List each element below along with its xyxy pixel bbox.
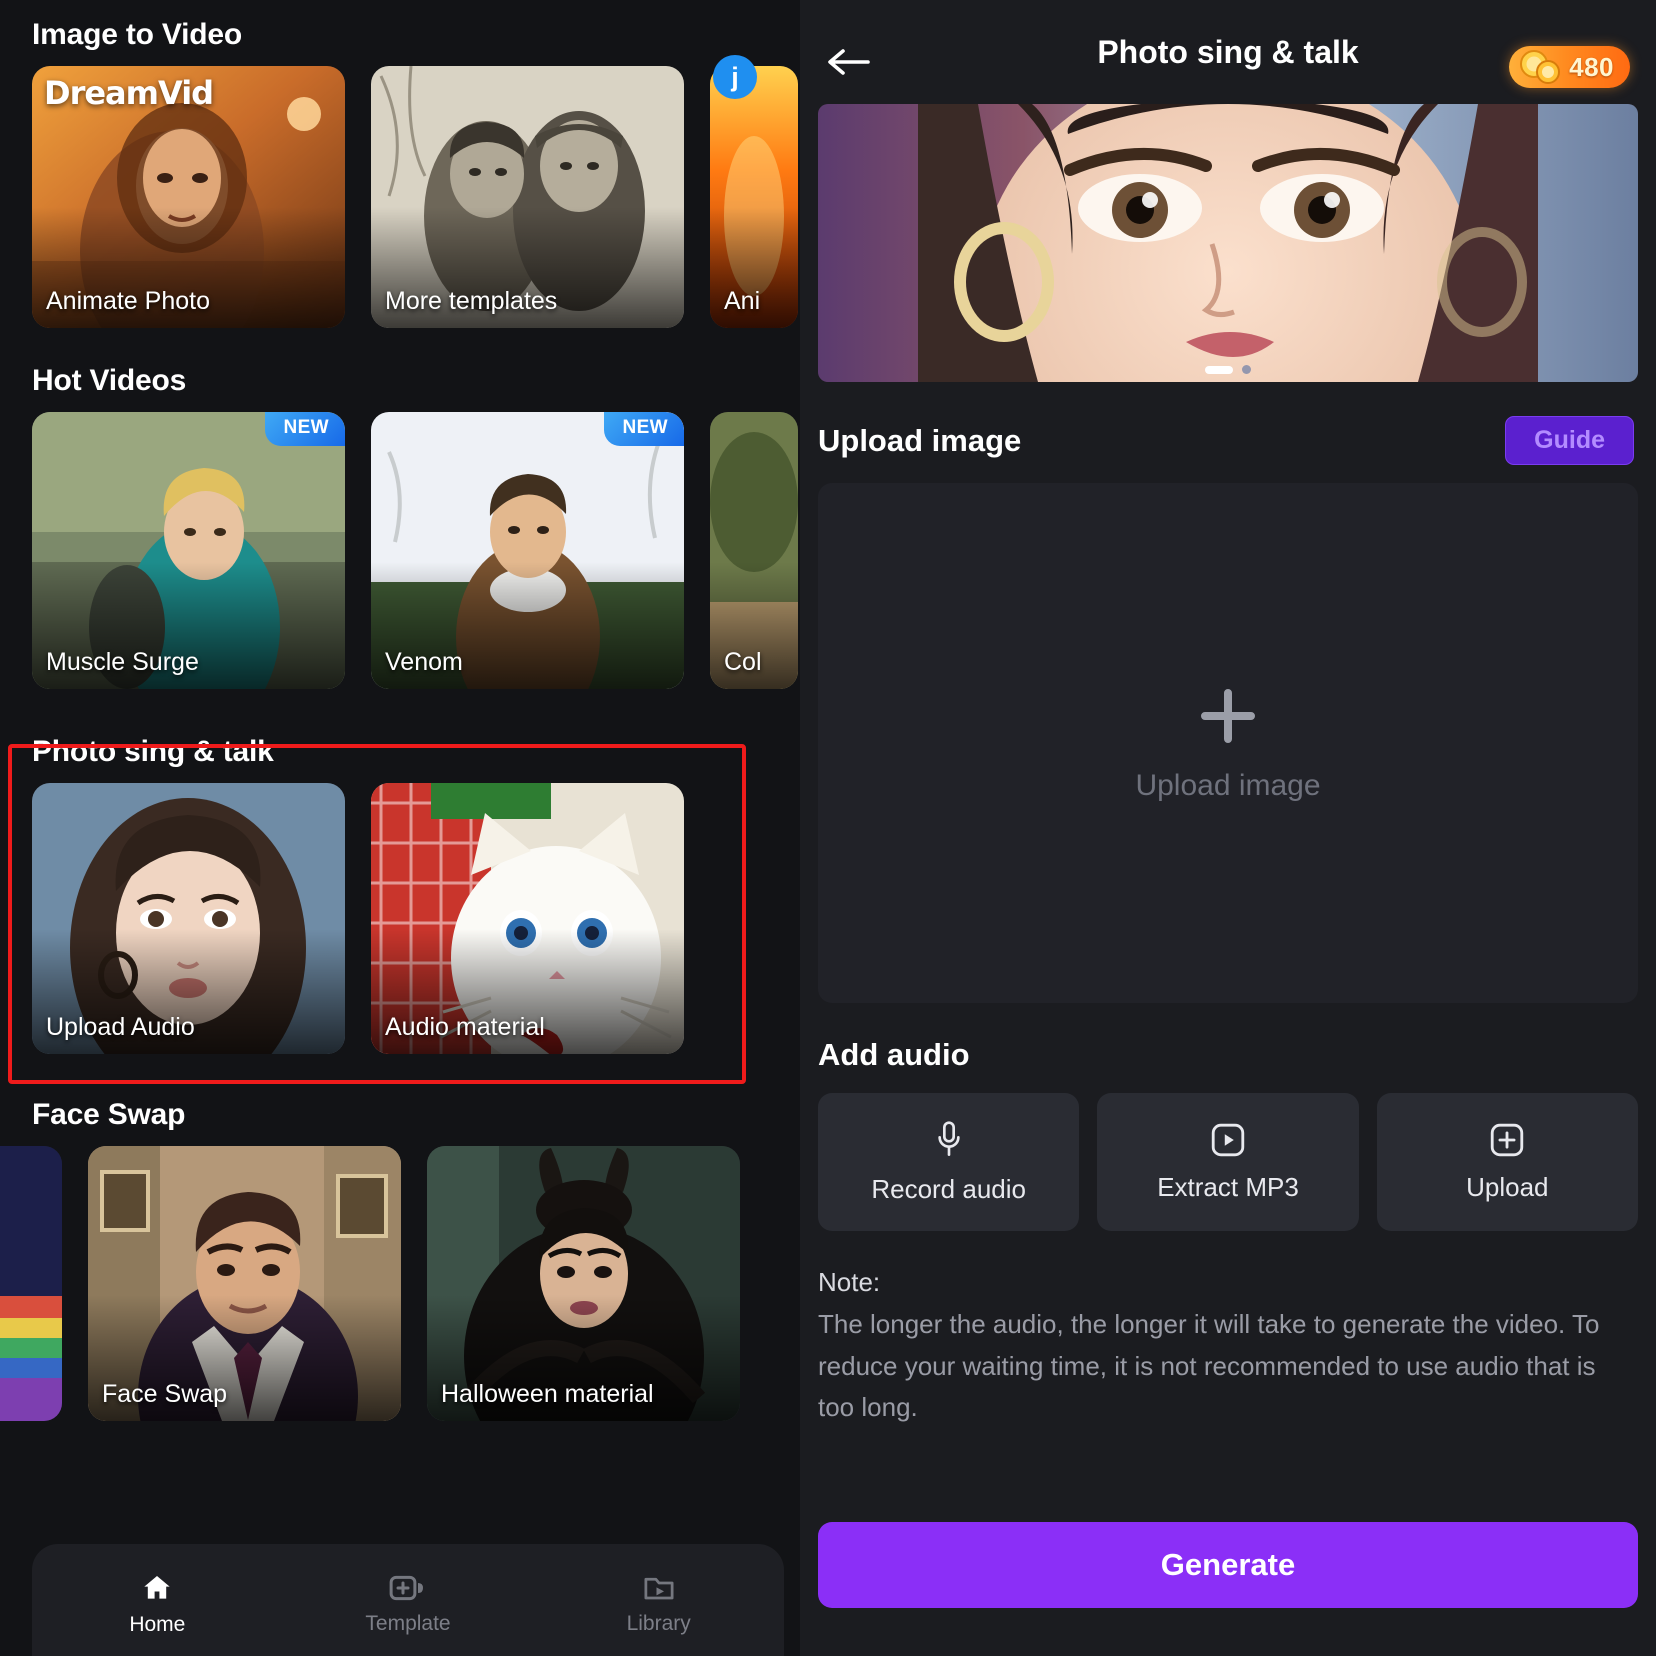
credits-amount: 480 — [1569, 51, 1614, 82]
record-audio-button[interactable]: Record audio — [818, 1093, 1080, 1231]
nav-label: Library — [626, 1611, 691, 1635]
upload-audio-button[interactable]: Upload — [1376, 1093, 1638, 1231]
nav-item-library[interactable]: Library — [533, 1544, 784, 1656]
card-label: Ani — [724, 287, 761, 315]
dropzone-label: Upload image — [1135, 769, 1321, 802]
section-image-to-video: Image to Video DreamVid Animate Photo Mo… — [0, 0, 800, 328]
note-block: Note: The longer the audio, the longer i… — [800, 1267, 1656, 1429]
section-title: Hot Videos — [32, 364, 187, 397]
card-art-rainbow-edge — [0, 1146, 62, 1421]
upload-image-title: Upload image — [818, 422, 1022, 458]
card-animate-photo[interactable]: DreamVid Animate Photo — [32, 66, 345, 328]
coin-icon — [1520, 50, 1561, 84]
section-hot-videos: Hot Videos NEW Muscle Surge NEW Venom Co… — [0, 364, 800, 689]
home-feed-panel: Image to Video DreamVid Animate Photo Mo… — [0, 0, 800, 1656]
card-venom[interactable]: NEW Venom — [371, 412, 684, 689]
note-heading: Note: — [818, 1267, 881, 1297]
note-body: The longer the audio, the longer it will… — [818, 1309, 1600, 1423]
home-icon — [144, 1575, 170, 1599]
library-folder-play-icon — [644, 1577, 674, 1599]
pagination-dot-active[interactable] — [1205, 365, 1233, 374]
card-row[interactable]: Face Swap Halloween material — [0, 1146, 800, 1421]
card-row[interactable]: DreamVid Animate Photo More templates An… — [0, 66, 800, 328]
section-photo-sing-talk: Photo sing & talk Upload Audio Audio mat… — [0, 735, 800, 1054]
back-button[interactable] — [822, 44, 874, 80]
audio-button-label: Extract MP3 — [1157, 1171, 1299, 1202]
nav-label: Template — [365, 1611, 451, 1635]
photo-sing-talk-panel: Photo sing & talk 480 Upload image Guide… — [800, 0, 1656, 1656]
card-label: Muscle Surge — [46, 648, 199, 676]
card-label: Venom — [385, 648, 463, 676]
section-title: Image to Video — [32, 18, 243, 51]
card-partial-rainbow[interactable] — [0, 1146, 62, 1421]
nav-item-template[interactable]: Template — [283, 1544, 534, 1656]
card-label: More templates — [385, 287, 558, 315]
card-label: Audio material — [385, 1013, 545, 1041]
new-badge: NEW — [604, 412, 684, 446]
add-audio-title: Add audio — [818, 1037, 970, 1072]
avatar-badge[interactable]: j — [713, 55, 757, 99]
nav-item-home[interactable]: Home — [32, 1544, 283, 1656]
card-partial-col[interactable]: Col — [710, 412, 798, 689]
upload-image-header: Upload image Guide — [800, 416, 1656, 465]
carousel-pagination[interactable] — [1205, 365, 1251, 374]
card-muscle-surge[interactable]: NEW Muscle Surge — [32, 412, 345, 689]
card-more-templates[interactable]: More templates — [371, 66, 684, 328]
new-badge: NEW — [265, 412, 345, 446]
section-title: Photo sing & talk — [32, 735, 274, 768]
card-row[interactable]: NEW Muscle Surge NEW Venom Col — [0, 412, 800, 689]
card-label: Animate Photo — [46, 287, 210, 315]
top-bar: Photo sing & talk 480 — [800, 0, 1656, 96]
card-partial-animate[interactable]: Ani — [710, 66, 798, 328]
card-halloween-material[interactable]: Halloween material — [427, 1146, 740, 1421]
card-audio-material[interactable]: Audio material — [371, 783, 684, 1054]
video-plus-icon — [389, 1575, 423, 1600]
preview-media[interactable] — [818, 104, 1638, 382]
plus-icon — [1201, 689, 1255, 743]
microphone-icon — [937, 1120, 960, 1156]
section-title: Face Swap — [32, 1098, 186, 1131]
credits-badge[interactable]: 480 — [1509, 46, 1630, 88]
audio-button-label: Record audio — [871, 1173, 1026, 1204]
brand-watermark: DreamVid — [44, 74, 214, 112]
card-label: Face Swap — [102, 1380, 228, 1408]
card-label: Halloween material — [441, 1380, 654, 1408]
bottom-navigation: Home Template Library — [32, 1544, 784, 1656]
plus-box-icon — [1491, 1123, 1524, 1156]
card-row[interactable]: Upload Audio Audio material — [0, 783, 800, 1054]
nav-label: Home — [129, 1612, 186, 1636]
guide-button[interactable]: Guide — [1505, 416, 1634, 465]
app-root: Image to Video DreamVid Animate Photo Mo… — [0, 0, 1656, 1656]
image-dropzone[interactable]: Upload image — [818, 483, 1638, 1003]
extract-mp3-button[interactable]: Extract MP3 — [1097, 1093, 1359, 1231]
back-arrow-icon — [828, 49, 870, 75]
pagination-dot[interactable] — [1242, 365, 1251, 374]
section-face-swap: Face Swap Face Swap Halloween material — [0, 1098, 800, 1421]
audio-options-row: Record audio Extract MP3 Upload — [800, 1093, 1656, 1231]
card-label: Col — [724, 648, 762, 676]
card-upload-audio[interactable]: Upload Audio — [32, 783, 345, 1054]
generate-button[interactable]: Generate — [818, 1522, 1638, 1608]
preview-art-asian-woman-closeup — [818, 104, 1638, 382]
card-face-swap[interactable]: Face Swap — [88, 1146, 401, 1421]
play-box-icon — [1211, 1123, 1245, 1156]
card-label: Upload Audio — [46, 1013, 195, 1041]
audio-button-label: Upload — [1466, 1171, 1549, 1202]
